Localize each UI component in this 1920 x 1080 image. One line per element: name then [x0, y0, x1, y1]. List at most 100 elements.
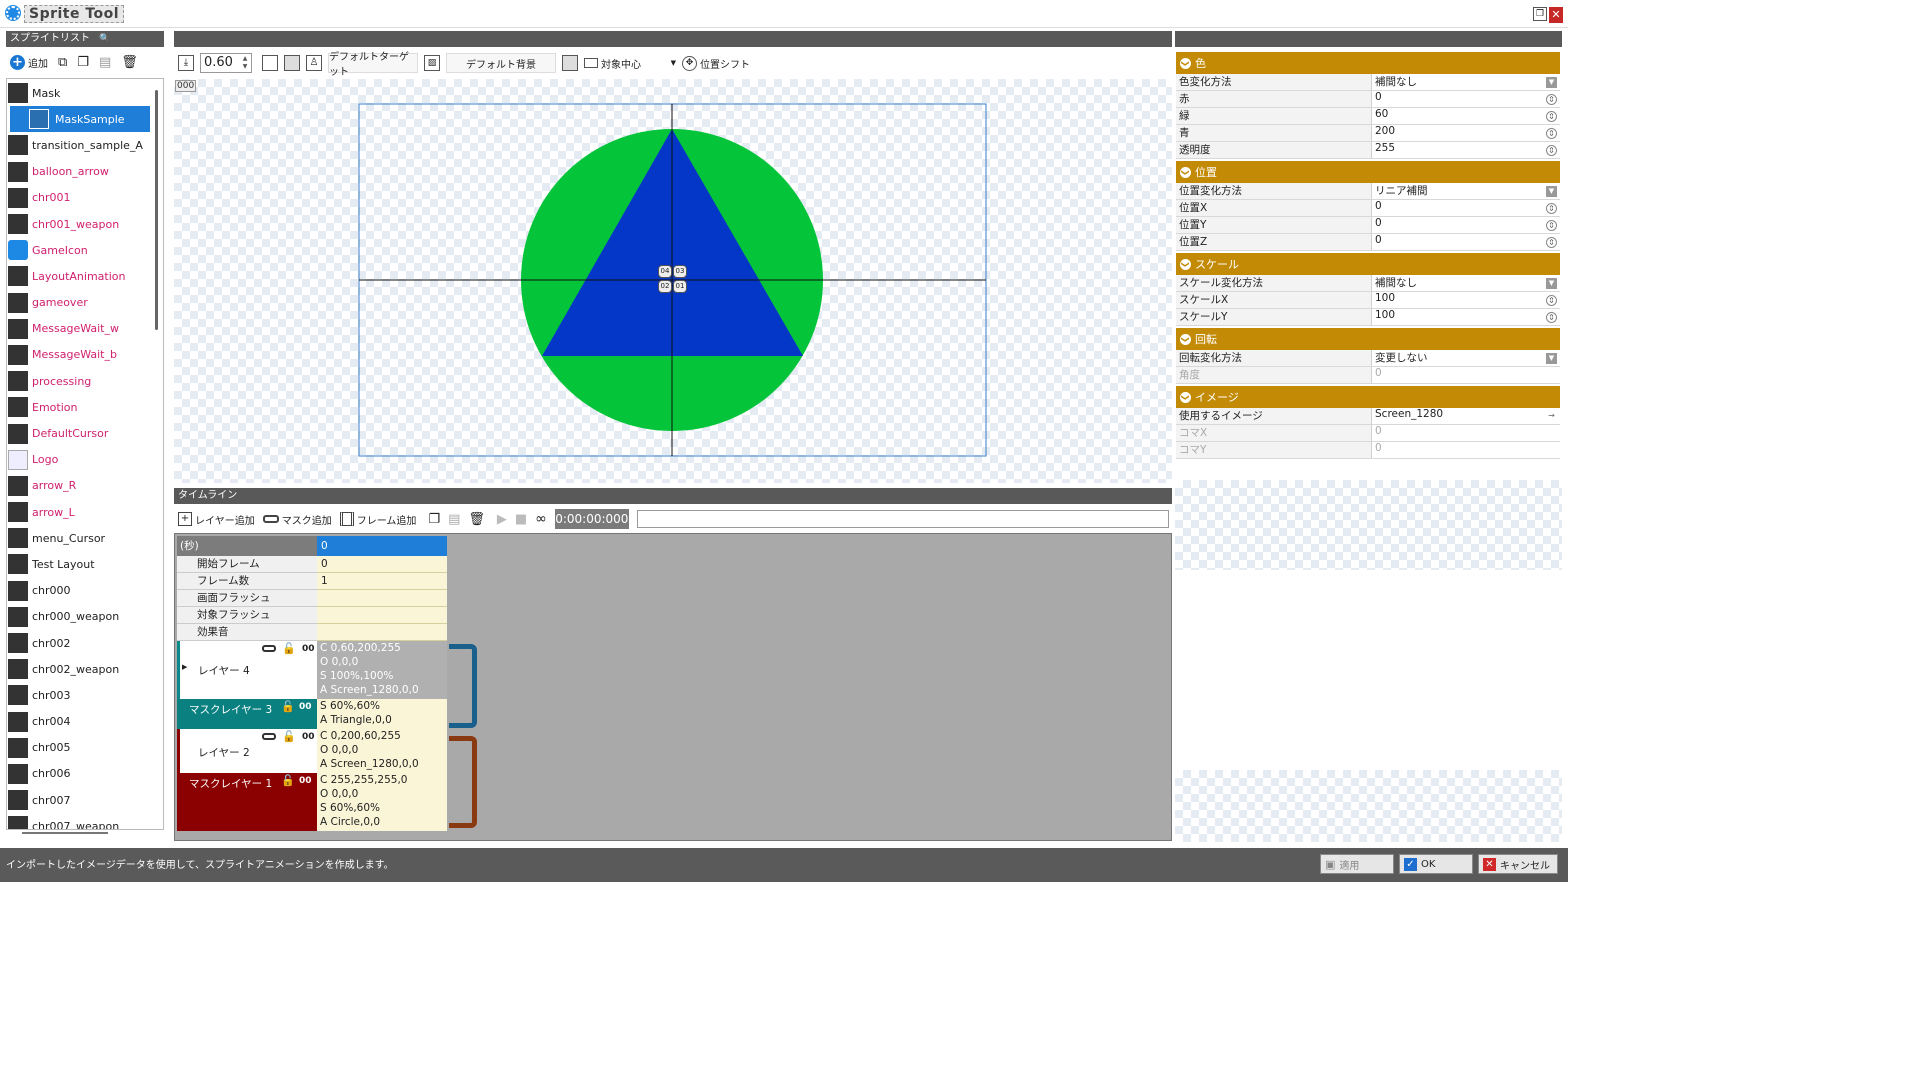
sprite-list-item[interactable]: arrow_R — [7, 473, 163, 499]
preview-canvas[interactable]: 000 04 03 02 01 — [174, 79, 1172, 483]
frame-property-row[interactable]: フレーム数 1 — [177, 573, 449, 590]
timeline-seek-bar[interactable] — [636, 510, 1169, 528]
dropdown-arrow-icon[interactable]: ▼ — [1546, 77, 1557, 88]
spin-control-icon[interactable]: ⇕ — [1546, 94, 1557, 105]
frame-property-value[interactable] — [317, 607, 447, 624]
visibility-icon[interactable]: 00 — [299, 702, 312, 712]
sprite-list-item[interactable]: balloon_arrow — [7, 159, 163, 185]
layer-keyframe-cell[interactable]: C 0,60,200,255 O 0,0,0 S 100%,100% A Scr… — [317, 641, 447, 699]
property-value[interactable]: 0 ⇕ — [1372, 91, 1560, 107]
character-icon[interactable]: ♙ — [306, 55, 322, 71]
play-icon[interactable]: ▶ — [497, 512, 507, 527]
sprite-list-item[interactable]: MessageWait_w — [7, 316, 163, 342]
property-row[interactable]: スケール変化方法 補間なし ▼ — [1176, 275, 1560, 292]
paste-icon[interactable]: ▤ — [99, 55, 111, 70]
mask-layer-row[interactable]: マスクレイヤー 3 🔓 00 S 60%,60% A Triangle,0,0 — [177, 699, 449, 729]
sprite-list-item[interactable]: chr004 — [7, 709, 163, 735]
property-value[interactable]: リニア補間 ▼ — [1372, 183, 1560, 199]
layer-name-cell[interactable]: ▶ レイヤー 4 🔓 00 — [177, 641, 317, 699]
property-section-position[interactable]: ❯ 位置 — [1176, 161, 1560, 183]
sprite-list-item[interactable]: chr000 — [7, 578, 163, 604]
sprite-list-item[interactable]: Emotion — [7, 394, 163, 420]
sprite-list-item[interactable]: chr000_weapon — [7, 604, 163, 630]
sprite-list-item[interactable]: DefaultCursor — [7, 420, 163, 446]
position-shift-button[interactable]: ✥ 位置シフト — [682, 53, 750, 73]
sprite-list-item[interactable]: LayoutAnimation — [7, 263, 163, 289]
property-value[interactable]: 255 ⇕ — [1372, 142, 1560, 158]
property-value[interactable]: 0 ⇕ — [1372, 200, 1560, 216]
frame-property-value[interactable]: 0 — [317, 556, 447, 573]
mask-toggle-icon[interactable] — [262, 733, 276, 740]
property-value[interactable]: 補間なし ▼ — [1372, 275, 1560, 291]
layer-keyframe-cell[interactable]: C 255,255,255,0 O 0,0,0 S 60%,60% A Circ… — [317, 773, 447, 831]
ok-button[interactable]: ✓ OK — [1399, 854, 1473, 874]
sprite-list-item[interactable]: arrow_L — [7, 499, 163, 525]
spin-control-icon[interactable]: ⇕ — [1546, 295, 1557, 306]
sprite-list-item[interactable]: GameIcon — [7, 237, 163, 263]
default-background-button[interactable]: デフォルト背景 — [446, 53, 556, 73]
sprite-list-item[interactable]: MaskSample — [10, 106, 150, 133]
property-value[interactable]: 変更しない ▼ — [1372, 350, 1560, 366]
layer-keyframe-cell[interactable]: S 60%,60% A Triangle,0,0 — [317, 699, 447, 729]
property-row[interactable]: 回転変化方法 変更しない ▼ — [1176, 350, 1560, 367]
sprite-list-item[interactable]: chr003 — [7, 682, 163, 708]
dropdown-arrow-icon[interactable]: ▼ — [1546, 186, 1557, 197]
zoom-input[interactable]: 0.60 ▲ ▼ — [200, 53, 252, 73]
property-section-image[interactable]: ❯ イメージ — [1176, 386, 1560, 408]
sprite-list-item[interactable]: chr007 — [7, 787, 163, 813]
anchor-handle[interactable]: 02 — [658, 280, 672, 293]
sprite-list-item[interactable]: chr007_weapon — [7, 813, 163, 829]
visibility-icon[interactable]: 00 — [302, 732, 315, 742]
spin-control-icon[interactable]: ⇕ — [1546, 111, 1557, 122]
property-section-scale[interactable]: ❯ スケール — [1176, 253, 1560, 275]
sprite-list-item[interactable]: chr006 — [7, 761, 163, 787]
sprite-list-scrollbar[interactable] — [155, 90, 158, 330]
spin-control-icon[interactable]: ⇕ — [1546, 145, 1557, 156]
layer-row[interactable]: レイヤー 2 🔓 00 C 0,200,60,255 O 0,0,0 A Scr… — [177, 729, 449, 773]
property-value[interactable]: 0 ⇕ — [1372, 234, 1560, 250]
anchor-handle[interactable]: 04 — [658, 265, 672, 278]
add-layer-button[interactable]: + レイヤー追加 — [178, 509, 255, 529]
sprite-list-item[interactable]: MessageWait_b — [7, 342, 163, 368]
duplicate-icon[interactable]: ⧉ — [58, 55, 67, 70]
property-value[interactable]: 100 ⇕ — [1372, 292, 1560, 308]
property-section-color[interactable]: ❯ 色 — [1176, 52, 1560, 74]
frame-property-row[interactable]: 対象フラッシュ — [177, 607, 449, 624]
property-row[interactable]: 位置変化方法 リニア補間 ▼ — [1176, 183, 1560, 200]
trash-icon[interactable]: 🗑 — [121, 55, 138, 70]
property-section-rotation[interactable]: ❯ 回転 — [1176, 328, 1560, 350]
zoom-stepper[interactable]: ▲ ▼ — [240, 55, 250, 71]
property-row[interactable]: 位置Z 0 ⇕ — [1176, 234, 1560, 251]
sprite-list-item[interactable]: chr001 — [7, 185, 163, 211]
visibility-icon[interactable]: 00 — [299, 776, 312, 786]
sprite-list-item[interactable]: chr005 — [7, 735, 163, 761]
spin-control-icon[interactable]: ⇕ — [1546, 203, 1557, 214]
view-frame-icon[interactable] — [262, 55, 278, 71]
frame-property-row[interactable]: 効果音 — [177, 624, 449, 641]
lock-icon[interactable]: 🔓 — [281, 700, 295, 713]
frame-property-value[interactable]: 1 — [317, 573, 447, 590]
layer-keyframe-cell[interactable]: C 0,200,60,255 O 0,0,0 A Screen_1280,0,0 — [317, 729, 447, 773]
close-window-icon[interactable]: ✕ — [1549, 7, 1563, 23]
mask-layer-row[interactable]: マスクレイヤー 1 🔓 00 C 255,255,255,0 O 0,0,0 S… — [177, 773, 449, 831]
view-grid-icon[interactable] — [284, 55, 300, 71]
sprite-list-item[interactable]: processing — [7, 368, 163, 394]
anchor-handle[interactable]: 03 — [673, 265, 687, 278]
property-value[interactable]: 補間なし ▼ — [1372, 74, 1560, 90]
restore-window-icon[interactable]: ❐ — [1533, 7, 1547, 21]
property-row[interactable]: 使用するイメージ Screen_1280 → — [1176, 408, 1560, 425]
property-row[interactable]: 色変化方法 補間なし ▼ — [1176, 74, 1560, 91]
default-target-button[interactable]: デフォルトターゲット — [328, 52, 418, 78]
loop-icon[interactable]: ∞ — [535, 511, 547, 527]
mask-layer-name-cell[interactable]: マスクレイヤー 1 🔓 00 — [177, 773, 317, 831]
lock-icon[interactable]: 🔓 — [282, 642, 296, 655]
stop-icon[interactable]: ■ — [515, 512, 527, 527]
property-row[interactable]: 青 200 ⇕ — [1176, 125, 1560, 142]
frame-property-row[interactable]: 画面フラッシュ — [177, 590, 449, 607]
sprite-list-item[interactable]: chr002_weapon — [7, 656, 163, 682]
mask-toggle-icon[interactable] — [262, 645, 276, 652]
sprite-list-item[interactable]: transition_sample_A — [7, 132, 163, 158]
current-second-cell[interactable]: 0 — [317, 536, 447, 556]
property-value[interactable]: 200 ⇕ — [1372, 125, 1560, 141]
visibility-icon[interactable]: 00 — [302, 644, 315, 654]
